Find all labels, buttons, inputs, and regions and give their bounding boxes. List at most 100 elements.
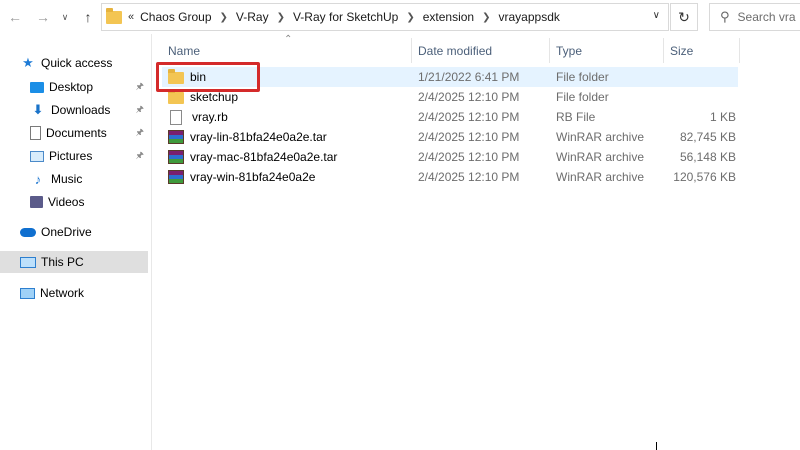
back-arrow-icon[interactable]: ←: [6, 8, 24, 26]
file-name: vray.rb: [192, 110, 228, 124]
file-name: sketchup: [190, 90, 239, 104]
file-size: [666, 87, 736, 107]
network-icon: [20, 287, 35, 299]
pin-icon[interactable]: 🖈: [136, 102, 144, 118]
sidebar-item-desktop[interactable]: Desktop 🖈: [30, 76, 148, 98]
sidebar-item-videos[interactable]: Videos: [30, 191, 148, 213]
search-box[interactable]: ⚲: [709, 3, 800, 31]
file-type: File folder: [556, 90, 609, 104]
pictures-icon: [30, 150, 44, 162]
archive-icon: [168, 130, 184, 144]
file-date: 2/4/2025 12:10 PM: [418, 110, 520, 124]
sidebar-item-label: Pictures: [49, 149, 93, 163]
pin-icon[interactable]: 🖈: [136, 79, 144, 95]
navigation-pane: ★ Quick access Desktop 🖈 ⬇ Downloads 🖈 D…: [0, 34, 152, 450]
file-name-cell: vray-lin-81bfa24e0a2e.tar: [168, 127, 416, 147]
column-header-type[interactable]: Type: [550, 38, 664, 63]
address-dropdown-chevron-icon[interactable]: ∨: [653, 10, 660, 21]
breadcrumb-vray[interactable]: V-Ray: [236, 10, 269, 24]
sidebar-item-label: Music: [51, 172, 83, 186]
file-type: RB File: [556, 110, 596, 124]
cloud-icon: [20, 227, 36, 237]
sidebar-item-label: Videos: [48, 195, 85, 209]
sidebar-item-music[interactable]: ♪ Music: [30, 168, 148, 190]
mouse-cursor-icon: [656, 442, 662, 450]
file-size: 120,576 KB: [673, 170, 736, 184]
column-header-size[interactable]: Size: [664, 38, 740, 63]
document-icon: [30, 126, 41, 140]
file-name-cell: vray.rb: [168, 107, 416, 127]
column-header-name[interactable]: Name: [162, 38, 412, 63]
file-icon: [170, 109, 182, 125]
sidebar-item-label: Quick access: [41, 56, 113, 70]
breadcrumb-separator-icon[interactable]: ❯: [406, 12, 414, 23]
videos-icon: [30, 196, 43, 208]
sidebar-item-documents[interactable]: Documents 🖈: [30, 122, 148, 144]
breadcrumb-overflow[interactable]: «: [128, 11, 134, 23]
archive-icon: [168, 150, 184, 164]
sidebar-item-label: OneDrive: [41, 225, 92, 239]
star-icon: ★: [22, 55, 34, 70]
sidebar-item-label: Network: [40, 286, 85, 300]
file-name-cell: vray-mac-81bfa24e0a2e.tar: [168, 147, 416, 167]
sidebar-item-quick-access[interactable]: ★ Quick access: [20, 52, 148, 74]
file-size: [666, 67, 736, 87]
archive-icon: [168, 170, 184, 184]
address-bar[interactable]: « Chaos Group ❯ V-Ray ❯ V-Ray for Sketch…: [101, 3, 669, 31]
folder-icon: [168, 89, 184, 104]
file-size: 82,745 KB: [679, 130, 736, 144]
file-type: WinRAR archive: [556, 170, 645, 184]
refresh-button[interactable]: ↻: [670, 3, 698, 31]
file-row-vray-rb[interactable]: vray.rb 2/4/2025 12:10 PM RB File 1 KB: [162, 107, 738, 127]
breadcrumb-separator-icon[interactable]: ❯: [482, 12, 490, 23]
sidebar-item-onedrive[interactable]: OneDrive: [20, 221, 148, 243]
pin-icon[interactable]: 🖈: [136, 148, 144, 164]
search-input[interactable]: [737, 10, 800, 24]
recent-locations-chevron-icon[interactable]: ∨: [58, 8, 72, 26]
folder-icon: [106, 7, 122, 24]
file-type: File folder: [556, 70, 609, 84]
sidebar-item-pictures[interactable]: Pictures 🖈: [30, 145, 148, 167]
breadcrumb-extension[interactable]: extension: [423, 10, 474, 24]
file-date: 2/4/2025 12:10 PM: [418, 130, 520, 144]
file-date: 1/21/2022 6:41 PM: [418, 70, 520, 84]
file-row-vray-win[interactable]: vray-win-81bfa24e0a2e 2/4/2025 12:10 PM …: [162, 167, 738, 187]
sidebar-item-label: Desktop: [49, 80, 94, 94]
file-row-vray-mac[interactable]: vray-mac-81bfa24e0a2e.tar 2/4/2025 12:10…: [162, 147, 738, 167]
file-date: 2/4/2025 12:10 PM: [418, 90, 520, 104]
file-name: vray-win-81bfa24e0a2e: [190, 170, 316, 184]
pin-icon[interactable]: 🖈: [136, 125, 144, 141]
breadcrumb-separator-icon[interactable]: ❯: [220, 12, 228, 23]
file-name: vray-lin-81bfa24e0a2e.tar: [190, 130, 327, 144]
breadcrumb-separator-icon[interactable]: ❯: [277, 12, 285, 23]
file-type: WinRAR archive: [556, 130, 645, 144]
music-icon: ♪: [34, 171, 42, 187]
forward-arrow-icon[interactable]: →: [34, 8, 52, 26]
up-arrow-icon[interactable]: ↑: [78, 8, 98, 26]
file-size: 1 KB: [709, 110, 736, 124]
search-icon: ⚲: [720, 9, 730, 24]
file-date: 2/4/2025 12:10 PM: [418, 170, 520, 184]
file-size: 56,148 KB: [679, 150, 736, 164]
breadcrumb-chaos-group[interactable]: Chaos Group: [140, 10, 211, 24]
file-type: WinRAR archive: [556, 150, 645, 164]
file-name-cell: vray-win-81bfa24e0a2e: [168, 167, 416, 187]
file-date: 2/4/2025 12:10 PM: [418, 150, 520, 164]
file-list: ⌃ Name Date modified Type Size bin 1/21/…: [152, 34, 800, 450]
sidebar-item-this-pc[interactable]: This PC: [0, 251, 148, 273]
highlight-box: [156, 62, 260, 92]
sidebar-item-network[interactable]: Network: [20, 282, 148, 304]
breadcrumb-vrayappsdk[interactable]: vrayappsdk: [499, 10, 560, 24]
column-header-date-modified[interactable]: Date modified: [412, 38, 550, 63]
download-icon: ⬇: [32, 102, 44, 117]
sidebar-item-label: This PC: [41, 255, 84, 269]
breadcrumb-vray-for-sketchup[interactable]: V-Ray for SketchUp: [293, 10, 398, 24]
sidebar-item-label: Documents: [46, 126, 107, 140]
navigation-bar: ← → ∨ ↑ « Chaos Group ❯ V-Ray ❯ V-Ray fo…: [0, 0, 800, 34]
file-row-vray-lin[interactable]: vray-lin-81bfa24e0a2e.tar 2/4/2025 12:10…: [162, 127, 738, 147]
file-name: vray-mac-81bfa24e0a2e.tar: [190, 150, 338, 164]
sidebar-item-downloads[interactable]: ⬇ Downloads 🖈: [30, 99, 148, 121]
refresh-icon: ↻: [678, 8, 690, 25]
sidebar-item-label: Downloads: [51, 103, 111, 117]
computer-icon: [20, 256, 36, 268]
